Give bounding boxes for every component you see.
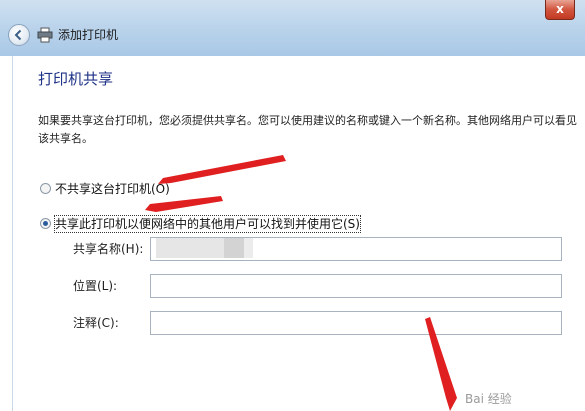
watermark: Bai 经验 (465, 392, 512, 406)
red-arrow-3 (425, 317, 457, 411)
red-arrow-2 (145, 196, 223, 212)
annotation-arrows (145, 155, 457, 411)
red-arrow-1 (158, 155, 286, 184)
